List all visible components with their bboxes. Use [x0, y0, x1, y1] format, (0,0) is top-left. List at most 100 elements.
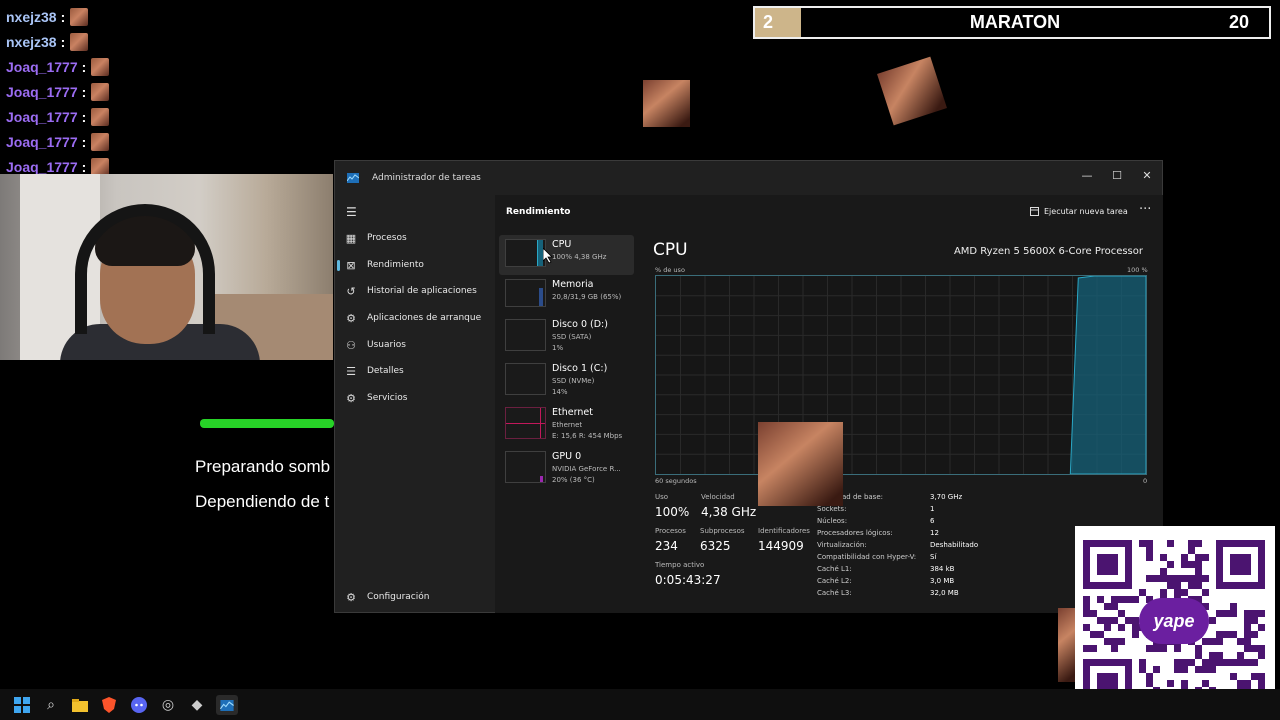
perf-item-detail: SSD (SATA) 1% [552, 333, 592, 352]
chat-message: nxejz38: [6, 4, 326, 29]
mouse-cursor-icon [543, 248, 553, 264]
minimize-button[interactable]: — [1072, 165, 1102, 185]
maraton-title: MARATON [969, 12, 1061, 32]
chat-separator: : [81, 58, 87, 75]
sidebar-item-detalles[interactable]: ☰ Detalles [335, 358, 495, 384]
uso-label: Uso [655, 493, 669, 501]
sidebar-item-rendimiento[interactable]: ⊠ Rendimiento [335, 252, 495, 278]
perf-item-name: Disco 0 (D:) [552, 319, 608, 330]
time-axis-label: 60 segundos [655, 477, 697, 485]
run-new-task-button[interactable]: Ejecutar nueva tarea [1030, 207, 1128, 216]
chat-overlay: nxejz38: nxejz38: Joaq_1777: Joaq_1777: … [6, 4, 326, 179]
obs-icon[interactable]: ◎ [158, 695, 178, 715]
sidebar-item-historial[interactable]: ↺ Historial de aplicaciones [335, 278, 495, 304]
chat-message: Joaq_1777: [6, 54, 326, 79]
subprocesos-value: 6325 [700, 539, 731, 553]
spec-value: 3,70 GHz [930, 493, 963, 501]
ethernet-thumbnail [505, 407, 546, 439]
spec-key: Virtualización: [817, 541, 867, 549]
title-bar[interactable]: Administrador de tareas — ☐ ✕ [335, 161, 1162, 195]
perf-item-disco-1[interactable]: Disco 1 (C:) SSD (NVMe) 14% [499, 359, 634, 403]
floating-emote-icon [643, 80, 690, 127]
spec-value: 3,0 MB [930, 577, 955, 585]
app-icon[interactable]: ◆ [187, 695, 207, 715]
maximize-button[interactable]: ☐ [1102, 165, 1132, 185]
tiempo-activo-label: Tiempo activo [655, 561, 705, 569]
perf-item-detail: 20,8/31,9 GB (65%) [552, 293, 622, 301]
hamburger-menu-icon[interactable]: ☰ [346, 205, 357, 219]
task-manager-taskbar-icon[interactable] [216, 695, 238, 715]
perf-item-detail: SSD (NVMe) 14% [552, 377, 595, 396]
brave-browser-icon[interactable] [99, 695, 119, 715]
perf-item-detail: 100% 4,38 GHz [552, 253, 607, 261]
spec-key: Caché L2: [817, 577, 852, 585]
chat-username: Joaq_1777 [6, 158, 78, 175]
sidebar-item-servicios[interactable]: ⚙ Servicios [335, 385, 495, 411]
loading-line-2: Dependiendo de t [195, 492, 330, 511]
sidebar-item-usuarios[interactable]: ⚇ Usuarios [335, 332, 495, 358]
perf-item-detail: NVIDIA GeForce R... 20% (36 °C) [552, 465, 621, 484]
discord-icon[interactable] [129, 695, 149, 715]
chat-username: Joaq_1777 [6, 83, 78, 100]
perf-item-ethernet[interactable]: Ethernet Ethernet E: 15,6 R: 454 Mbps [499, 403, 634, 447]
memory-thumbnail [505, 279, 546, 307]
sidebar-item-label: Procesos [367, 233, 407, 243]
gpu-thumbnail [505, 451, 546, 483]
taskbar: ⌕ ◎ ◆ [0, 689, 1280, 720]
services-icon: ⚙ [346, 391, 356, 405]
sidebar-item-arranque[interactable]: ⚙ Aplicaciones de arranque [335, 305, 495, 331]
windows-start-icon[interactable] [12, 695, 32, 715]
maraton-bar: 2 MARATON 20 [753, 6, 1271, 39]
procesos-value: 234 [655, 539, 678, 553]
perf-item-gpu-0[interactable]: GPU 0 NVIDIA GeForce R... 20% (36 °C) [499, 447, 634, 491]
sidebar-item-label: Servicios [367, 393, 408, 403]
more-options-icon[interactable]: ··· [1139, 202, 1151, 217]
startup-icon: ⚙ [346, 311, 356, 325]
loading-line-1: Preparando somb [195, 457, 331, 476]
identificadores-value: 144909 [758, 539, 804, 553]
yape-brand-text: yape [1153, 610, 1195, 631]
details-icon: ☰ [346, 364, 356, 378]
sidebar-item-procesos[interactable]: ▦ Procesos [335, 225, 495, 251]
perf-item-name: Ethernet [552, 407, 593, 418]
spec-key: Sockets: [817, 505, 847, 513]
spec-value: 384 kB [930, 565, 955, 573]
emote-icon [91, 82, 110, 101]
chat-message: Joaq_1777: [6, 129, 326, 154]
spec-value: Deshabilitado [930, 541, 979, 549]
sidebar-item-label: Configuración [367, 592, 430, 602]
floating-emote-icon [758, 422, 843, 506]
disk1-thumbnail [505, 363, 546, 395]
spec-value: 12 [930, 529, 939, 537]
usage-axis-label: % de uso [655, 266, 685, 274]
chat-message: nxejz38: [6, 29, 326, 54]
cpu-usage-area [1069, 276, 1146, 474]
spec-value: 6 [930, 517, 935, 525]
perf-item-name: Disco 1 (C:) [552, 363, 608, 374]
emote-icon [91, 107, 110, 126]
task-manager-icon [347, 173, 359, 183]
perf-item-cpu[interactable]: CPU 100% 4,38 GHz [499, 235, 634, 275]
file-explorer-icon[interactable] [70, 695, 90, 715]
spec-key: Caché L1: [817, 565, 852, 573]
grid-icon: ▦ [345, 231, 357, 245]
sidebar-item-configuracion[interactable]: ⚙ Configuración [335, 584, 495, 610]
emote-icon [70, 7, 89, 26]
chat-message: Joaq_1777: [6, 104, 326, 129]
spec-value: Sí [930, 553, 937, 561]
chat-separator: : [81, 158, 87, 175]
spec-key: Procesadores lógicos: [817, 529, 893, 537]
maraton-left-number: 2 [755, 8, 801, 37]
emote-icon [91, 132, 110, 151]
sidebar-item-label: Aplicaciones de arranque [367, 313, 482, 323]
close-button[interactable]: ✕ [1132, 165, 1162, 185]
perf-item-disco-0[interactable]: Disco 0 (D:) SSD (SATA) 1% [499, 315, 634, 359]
perf-item-name: CPU [552, 239, 572, 250]
subprocesos-label: Subprocesos [700, 527, 745, 535]
search-icon[interactable]: ⌕ [41, 695, 61, 715]
performance-icon: ⊠ [346, 258, 356, 272]
perf-item-detail: Ethernet E: 15,6 R: 454 Mbps [552, 421, 623, 440]
perf-item-memoria[interactable]: Memoria 20,8/31,9 GB (65%) [499, 275, 634, 315]
performance-pane: Rendimiento Ejecutar nueva tarea ··· CPU… [495, 195, 1163, 613]
run-task-label: Ejecutar nueva tarea [1044, 207, 1128, 216]
